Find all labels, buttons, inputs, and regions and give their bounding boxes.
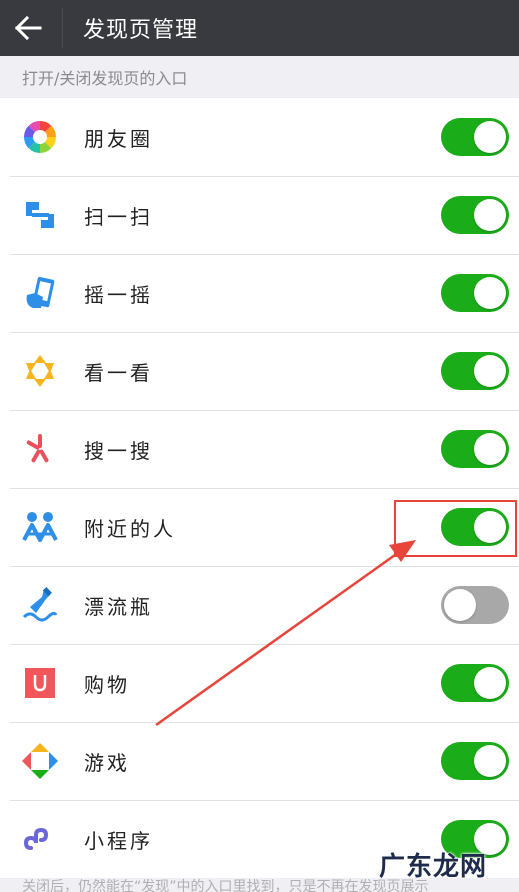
toggle-knob [474, 433, 506, 465]
shopping-icon [20, 663, 60, 703]
toggle-search[interactable] [441, 430, 509, 468]
list-item-label: 搜一搜 [84, 438, 153, 463]
list-item-label: 游戏 [84, 750, 130, 775]
list-item-label: 附近的人 [84, 516, 176, 541]
list-item-shopping: 购物 [0, 644, 519, 722]
title-bar: 发现页管理 [0, 0, 519, 56]
title-divider [62, 8, 63, 48]
drift-bottle-icon [20, 585, 60, 625]
list-item-shake: 摇一摇 [0, 254, 519, 332]
shake-icon [20, 273, 60, 313]
games-icon [20, 741, 60, 781]
toggle-knob [474, 667, 506, 699]
list-item-top-stories: 看一看 [0, 332, 519, 410]
back-button[interactable] [0, 0, 56, 56]
toggle-shake[interactable] [441, 274, 509, 312]
back-arrow-icon [14, 16, 42, 40]
toggle-shopping[interactable] [441, 664, 509, 702]
search-icon [20, 429, 60, 469]
toggle-knob [474, 277, 506, 309]
toggle-top-stories[interactable] [441, 352, 509, 390]
list-item-search: 搜一搜 [0, 410, 519, 488]
toggle-knob [444, 589, 476, 621]
moments-icon [20, 117, 60, 157]
list-item-scan: 扫一扫 [0, 176, 519, 254]
list-item-label: 朋友圈 [84, 126, 153, 151]
discover-entry-list: 朋友圈 扫一扫 摇一摇 看一看 搜一搜 附近的人 漂流瓶 购物 游戏 小程序 [0, 98, 519, 878]
list-item-games: 游戏 [0, 722, 519, 800]
toggle-people-nearby[interactable] [441, 508, 509, 546]
list-item-label: 扫一扫 [84, 204, 153, 229]
scan-icon [20, 195, 60, 235]
list-item-label: 看一看 [84, 360, 153, 385]
toggle-drift-bottle[interactable] [441, 586, 509, 624]
top-stories-icon [20, 351, 60, 391]
people-nearby-icon [20, 507, 60, 547]
toggle-knob [474, 199, 506, 231]
mini-programs-icon [20, 819, 60, 859]
page-title: 发现页管理 [83, 18, 199, 43]
list-item-label: 摇一摇 [84, 282, 153, 307]
toggle-knob [474, 355, 506, 387]
list-item-people-nearby: 附近的人 [0, 488, 519, 566]
toggle-knob [474, 745, 506, 777]
list-item-label: 小程序 [84, 828, 153, 853]
watermark: 广东龙网 [378, 852, 487, 882]
list-item-moments: 朋友圈 [0, 98, 519, 176]
list-item-drift-bottle: 漂流瓶 [0, 566, 519, 644]
list-item-label: 漂流瓶 [84, 594, 153, 619]
toggle-games[interactable] [441, 742, 509, 780]
toggle-knob [474, 511, 506, 543]
toggle-moments[interactable] [441, 118, 509, 156]
section-hint: 打开/关闭发现页的入口 [22, 69, 188, 88]
toggle-knob [474, 121, 506, 153]
list-item-label: 购物 [84, 672, 130, 697]
toggle-scan[interactable] [441, 196, 509, 234]
